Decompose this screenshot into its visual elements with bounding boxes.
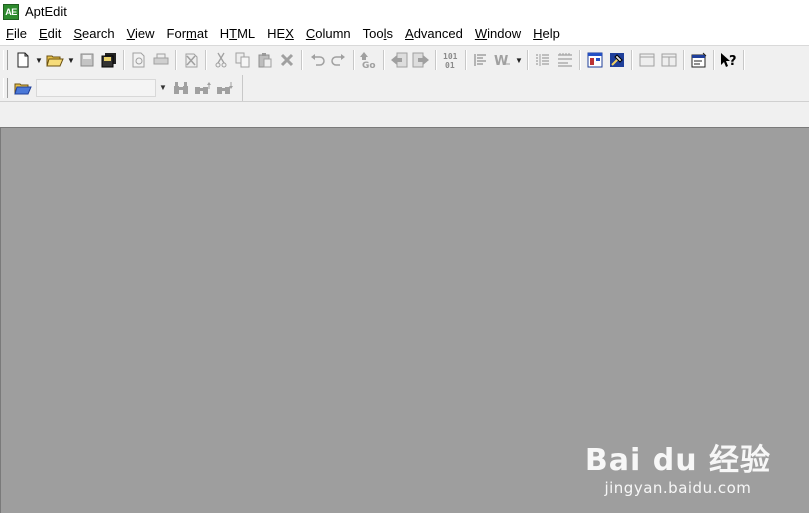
split-view-icon[interactable] <box>658 49 680 71</box>
window-layout-icon[interactable] <box>584 49 606 71</box>
toolbar-separator <box>301 50 303 70</box>
svg-text:W: W <box>494 54 508 68</box>
watermark-url: jingyan.baidu.com <box>604 479 752 497</box>
toolbar-separator <box>631 50 633 70</box>
find-next-icon[interactable] <box>214 77 236 99</box>
toolbar-separator <box>579 50 581 70</box>
watermark-logo: Bai du 经验 <box>584 443 771 478</box>
svg-text:101: 101 <box>443 52 458 61</box>
print-preview-icon[interactable] <box>128 49 150 71</box>
word-wrap-icon[interactable]: W <box>492 49 514 71</box>
search-combo-input[interactable] <box>36 78 156 97</box>
toolbar-separator <box>383 50 385 70</box>
save-icon[interactable] <box>76 49 98 71</box>
toolbar-separator <box>205 50 207 70</box>
paste-icon[interactable] <box>254 49 276 71</box>
cut-icon[interactable] <box>210 49 232 71</box>
app-logo-icon: AE <box>3 3 19 20</box>
toolbar-grip[interactable] <box>3 50 8 70</box>
undo-icon[interactable] <box>306 49 328 71</box>
toolbar-separator <box>743 50 745 70</box>
new-file-icon[interactable] <box>12 49 34 71</box>
context-help-icon[interactable]: ? <box>718 49 740 71</box>
menu-window[interactable]: Window <box>469 23 527 45</box>
menu-advanced[interactable]: Advanced <box>399 23 469 45</box>
line-numbers-icon[interactable] <box>532 49 554 71</box>
align-left-icon[interactable] <box>470 49 492 71</box>
open-project-icon[interactable] <box>12 77 34 99</box>
hex-mode-icon[interactable]: 101 01 <box>440 49 462 71</box>
menu-html[interactable]: HTML <box>214 23 261 45</box>
search-toolbar: ▼ <box>0 74 809 101</box>
toolbar-separator <box>175 50 177 70</box>
toolbar-band <box>0 101 809 128</box>
open-folder-icon[interactable] <box>44 49 66 71</box>
single-view-icon[interactable] <box>636 49 658 71</box>
toolbar-separator <box>242 74 243 101</box>
menu-hex[interactable]: HEX <box>261 23 300 45</box>
copy-icon[interactable] <box>232 49 254 71</box>
delete-icon[interactable] <box>276 49 298 71</box>
find-previous-icon[interactable] <box>192 77 214 99</box>
toolbar-separator <box>353 50 355 70</box>
menu-bar: File Edit Search View Format HTML HEX Co… <box>0 23 809 46</box>
toolbar-separator <box>683 50 685 70</box>
menu-file[interactable]: File <box>0 23 33 45</box>
window-title: AptEdit <box>25 4 67 19</box>
toolbar-separator <box>527 50 529 70</box>
baidu-watermark: Bai du 经验 jingyan.baidu.com <box>585 435 771 497</box>
find-icon[interactable] <box>170 77 192 99</box>
svg-text:Go: Go <box>362 61 376 69</box>
toolbar-grip[interactable] <box>3 77 8 98</box>
menu-column[interactable]: Column <box>300 23 357 45</box>
redo-icon[interactable] <box>328 49 350 71</box>
menu-search[interactable]: Search <box>67 23 120 45</box>
toolbar-separator <box>713 50 715 70</box>
svg-text:?: ? <box>729 54 737 68</box>
menu-help[interactable]: Help <box>527 23 566 45</box>
menu-view[interactable]: View <box>121 23 161 45</box>
toolbar-separator <box>465 50 467 70</box>
menu-tools[interactable]: Tools <box>357 23 399 45</box>
mdi-workspace[interactable]: Bai du 经验 jingyan.baidu.com <box>0 127 809 513</box>
properties-icon[interactable] <box>688 49 710 71</box>
forward-arrow-icon[interactable] <box>410 49 432 71</box>
main-toolbar: ▼ ▼ Go 101 01 W ▼ ? <box>0 46 809 75</box>
ruler-icon[interactable] <box>554 49 576 71</box>
save-all-icon[interactable] <box>98 49 120 71</box>
open-dropdown-arrow-icon[interactable]: ▼ <box>66 49 76 71</box>
wrap-dropdown-arrow-icon[interactable]: ▼ <box>514 49 524 71</box>
toolbar-separator <box>435 50 437 70</box>
back-arrow-icon[interactable] <box>388 49 410 71</box>
disabled-tool-icon[interactable] <box>180 49 202 71</box>
search-combo-arrow-icon[interactable]: ▼ <box>156 79 170 97</box>
menu-format[interactable]: Format <box>161 23 214 45</box>
toolbar-separator <box>123 50 125 70</box>
hammer-tool-icon[interactable] <box>606 49 628 71</box>
goto-icon[interactable]: Go <box>358 49 380 71</box>
print-icon[interactable] <box>150 49 172 71</box>
new-dropdown-arrow-icon[interactable]: ▼ <box>34 49 44 71</box>
title-bar: AE AptEdit <box>0 0 809 23</box>
svg-text:01: 01 <box>445 61 455 69</box>
menu-edit[interactable]: Edit <box>33 23 67 45</box>
